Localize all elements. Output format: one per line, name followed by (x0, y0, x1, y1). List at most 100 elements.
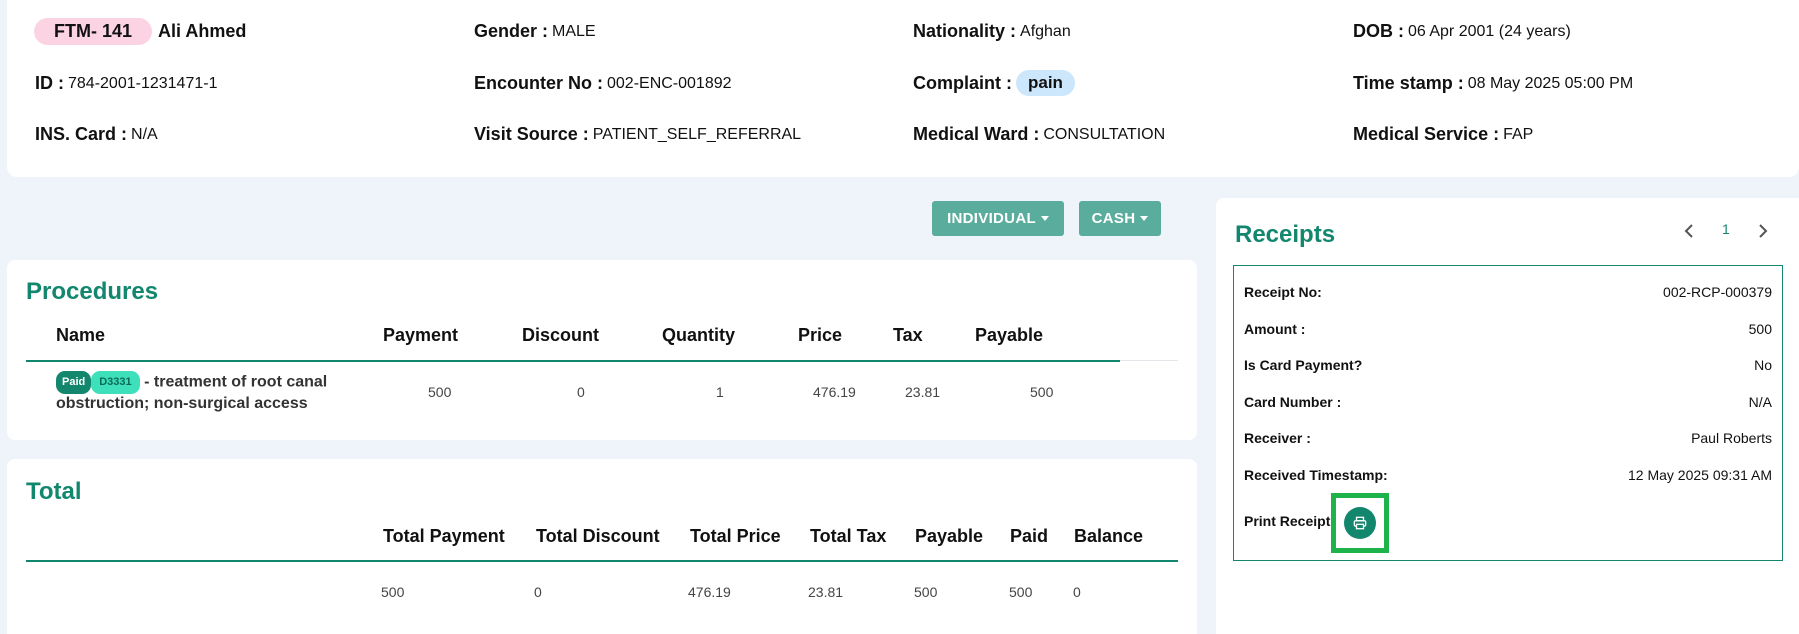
print-receipt-label: Print Receipt (1244, 513, 1331, 529)
medical-ward-label: Medical Ward : (913, 124, 1040, 144)
nationality-field: Nationality : Afghan (913, 21, 1071, 42)
printer-icon (1353, 516, 1367, 530)
procedure-quantity: 1 (716, 384, 724, 400)
procedures-card (7, 260, 1197, 440)
receiver-label: Receiver : (1244, 430, 1311, 446)
patient-info-card: FTM- 141 Ali Ahmed Gender : MALE Nationa… (7, 0, 1799, 177)
total-discount-header: Total Discount (536, 526, 660, 546)
dob-label: DOB : (1353, 21, 1404, 41)
encounter-field: Encounter No : 002-ENC-001892 (474, 73, 732, 94)
id-value: 784-2001-1231471-1 (68, 74, 218, 92)
timestamp-value: 08 May 2025 05:00 PM (1467, 74, 1634, 92)
medical-service-field: Medical Service : FAP (1353, 124, 1533, 145)
individual-dropdown-button[interactable]: INDIVIDUAL (932, 201, 1064, 236)
cash-dropdown-button[interactable]: CASH (1079, 201, 1161, 236)
card-payment-label: Is Card Payment? (1244, 357, 1363, 373)
card-payment-value: No (1754, 357, 1772, 373)
total-paid-value: 500 (1009, 584, 1033, 600)
total-header-divider (26, 560, 1178, 562)
encounter-label: Encounter No : (474, 73, 603, 93)
ins-card-value: N/A (131, 125, 158, 143)
total-payment-header: Total Payment (383, 526, 505, 546)
medical-service-value: FAP (1503, 125, 1534, 143)
visit-source-value: PATIENT_SELF_REFERRAL (592, 125, 802, 143)
patient-identity: FTM- 141 Ali Ahmed (34, 18, 246, 45)
medical-service-label: Medical Service : (1353, 124, 1500, 144)
id-field: ID : 784-2001-1231471-1 (35, 73, 217, 94)
col-payment-header: Payment (383, 325, 459, 345)
received-timestamp-value: 12 May 2025 09:31 AM (1628, 467, 1772, 483)
caret-down-icon (1040, 216, 1049, 221)
procedure-payable: 500 (1030, 384, 1054, 400)
total-title: Total (26, 478, 82, 505)
chevron-left-icon[interactable] (1681, 222, 1699, 240)
encounter-value: 002-ENC-001892 (607, 74, 732, 92)
complaint-label: Complaint : (913, 72, 1012, 93)
card-number-label: Card Number : (1244, 394, 1342, 410)
procedure-row: Paid D3331 - treatment of root canal obst… (56, 371, 386, 413)
procedure-payment: 500 (428, 384, 452, 400)
print-receipt-button[interactable] (1344, 507, 1376, 539)
dob-field: DOB : 06 Apr 2001 (24 years) (1353, 21, 1571, 42)
visit-source-field: Visit Source : PATIENT_SELF_REFERRAL (474, 124, 801, 145)
gender-field: Gender : MALE (474, 21, 596, 42)
total-tax-value: 23.81 (808, 584, 844, 600)
timestamp-label: Time stamp : (1353, 73, 1464, 93)
total-balance-header: Balance (1074, 526, 1144, 546)
gender-value: MALE (552, 22, 596, 40)
total-payable-value: 500 (914, 584, 938, 600)
procedures-header-divider-tail (1120, 360, 1178, 361)
medical-ward-field: Medical Ward : CONSULTATION (913, 124, 1165, 145)
gender-label: Gender : (474, 21, 549, 41)
procedure-discount: 0 (577, 384, 585, 400)
total-paid-header: Paid (1010, 526, 1049, 546)
total-balance-value: 0 (1073, 584, 1081, 600)
chevron-right-icon[interactable] (1753, 222, 1771, 240)
total-payable-header: Payable (915, 526, 984, 546)
caret-down-icon (1140, 216, 1149, 221)
ins-card-label: INS. Card : (35, 124, 128, 144)
col-discount-header: Discount (522, 325, 600, 345)
received-timestamp-label: Received Timestamp: (1244, 467, 1388, 483)
col-quantity-header: Quantity (662, 325, 736, 345)
amount-value: 500 (1748, 321, 1772, 337)
procedure-price: 476.19 (813, 384, 856, 400)
total-price-value: 476.19 (688, 584, 731, 600)
dob-value: 06 Apr 2001 (24 years) (1408, 22, 1571, 40)
patient-name: Ali Ahmed (158, 21, 247, 41)
print-receipt-highlight (1331, 493, 1389, 553)
receipt-no-value: 002-RCP-000379 (1663, 284, 1772, 300)
procedure-tax: 23.81 (905, 384, 941, 400)
col-payable-header: Payable (975, 325, 1044, 345)
procedure-code-tag: D3331 (91, 371, 140, 394)
paid-status-tag: Paid (56, 371, 92, 394)
ins-card-field: INS. Card : N/A (35, 124, 158, 145)
visit-source-label: Visit Source : (474, 124, 589, 144)
receipt-page-number[interactable]: 1 (1722, 221, 1730, 237)
card-number-value: N/A (1748, 394, 1772, 410)
total-discount-value: 0 (534, 584, 542, 600)
cash-dropdown-label: CASH (1091, 210, 1136, 227)
col-price-header: Price (798, 325, 843, 345)
ftm-badge: FTM- 141 (34, 18, 153, 45)
total-payment-value: 500 (381, 584, 405, 600)
individual-dropdown-label: INDIVIDUAL (947, 210, 1036, 227)
procedure-separator: - (144, 373, 150, 391)
receipts-title: Receipts (1235, 221, 1336, 248)
receipt-details: Receipt No: 002-RCP-000379 Amount : 500 … (1233, 265, 1783, 561)
procedures-header-divider (26, 360, 1120, 362)
col-name-header: Name (56, 325, 106, 345)
complaint-field: Complaint : pain (913, 70, 1075, 96)
id-label: ID : (35, 73, 64, 93)
receipt-no-label: Receipt No: (1244, 284, 1322, 300)
medical-ward-value: CONSULTATION (1043, 125, 1166, 143)
nationality-label: Nationality : (913, 21, 1017, 41)
total-tax-header: Total Tax (810, 526, 887, 546)
receiver-value: Paul Roberts (1691, 430, 1772, 446)
nationality-value: Afghan (1020, 22, 1071, 40)
complaint-pill: pain (1016, 70, 1075, 96)
total-price-header: Total Price (690, 526, 781, 546)
procedures-title: Procedures (26, 278, 159, 305)
col-tax-header: Tax (893, 325, 923, 345)
amount-label: Amount : (1244, 321, 1306, 337)
